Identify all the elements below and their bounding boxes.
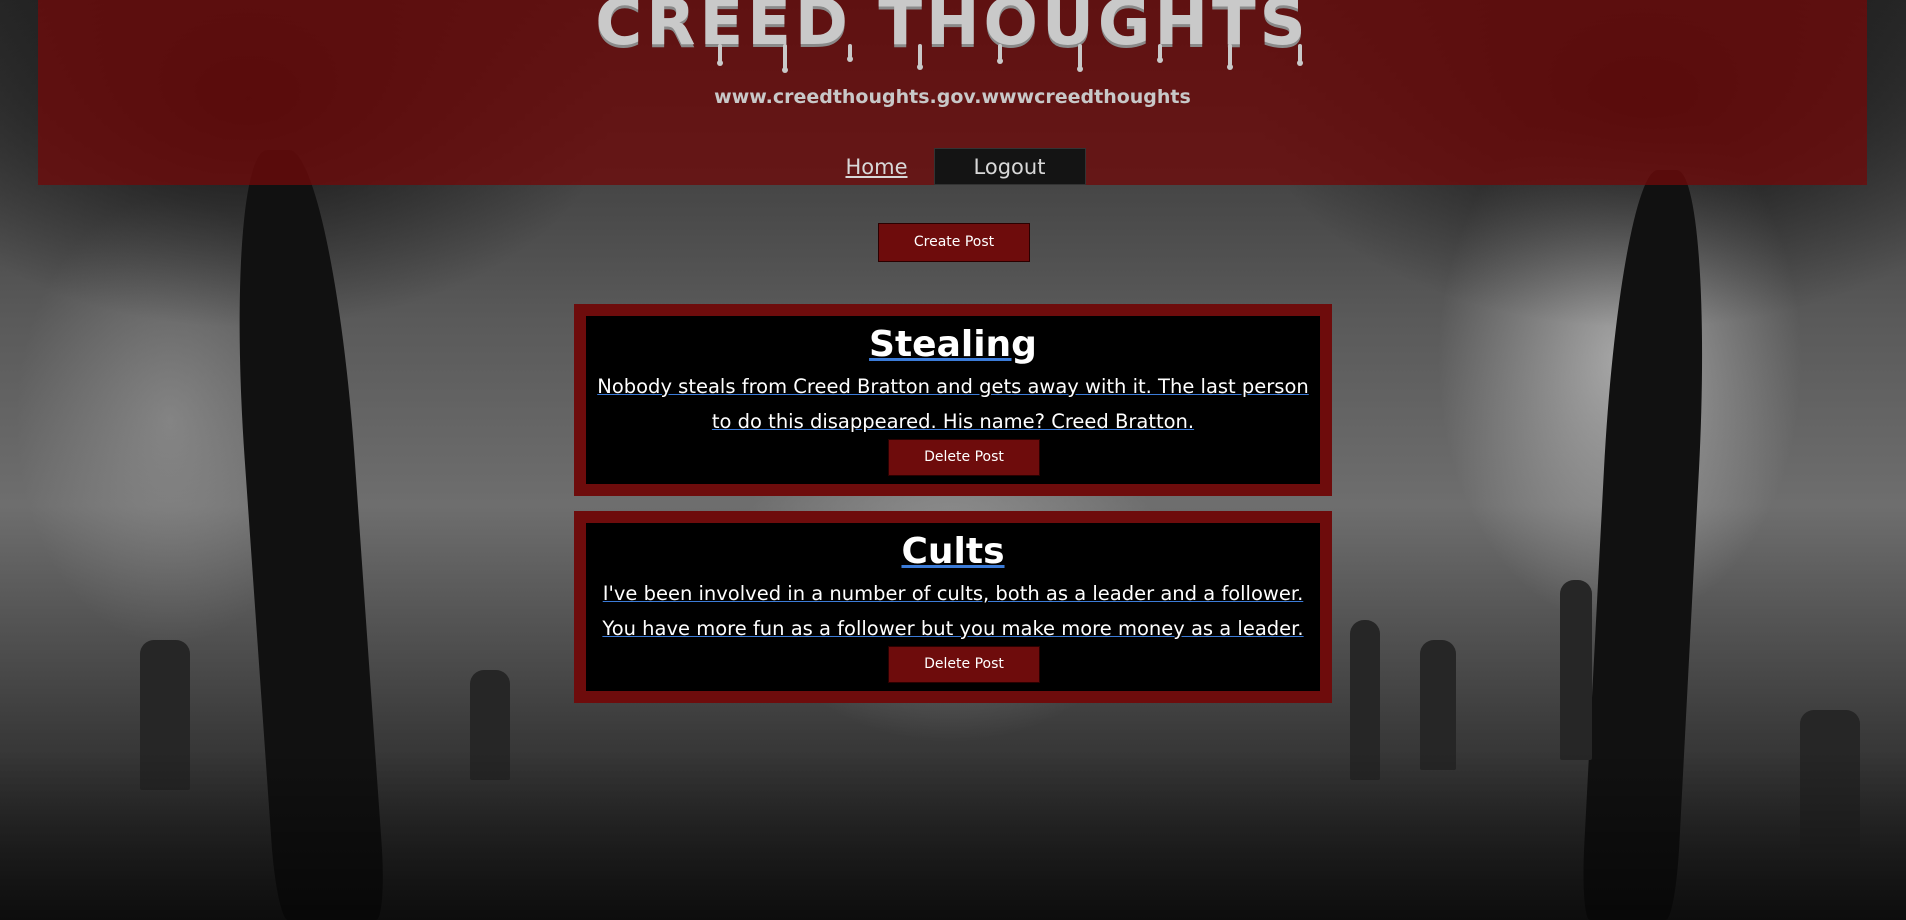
site-url: www.creedthoughts.gov.wwwcreedthoughts [714, 86, 1191, 108]
post-body-link[interactable]: Nobody steals from Creed Bratton and get… [596, 369, 1310, 439]
delete-post-button[interactable]: Delete Post [888, 646, 1040, 683]
post-title-link[interactable]: Stealing [586, 324, 1320, 365]
post-title-link[interactable]: Cults [586, 531, 1320, 572]
post-card: Cults I've been involved in a number of … [574, 511, 1332, 703]
background-gravestone [1560, 580, 1592, 760]
site-header: CREED THOUGHTS www.creedthoughts.gov.www… [38, 0, 1867, 185]
create-post-button[interactable]: Create Post [878, 223, 1030, 262]
post-card: Stealing Nobody steals from Creed Bratto… [574, 304, 1332, 496]
background-ground-fade [0, 750, 1906, 920]
main-nav: Home Logout [38, 148, 1867, 185]
logout-button[interactable]: Logout [933, 148, 1086, 185]
dripping-blood-decoration [717, 44, 1303, 73]
nav-home-link[interactable]: Home [819, 148, 933, 185]
post-body-link[interactable]: I've been involved in a number of cults,… [596, 576, 1310, 646]
delete-post-button[interactable]: Delete Post [888, 439, 1040, 476]
